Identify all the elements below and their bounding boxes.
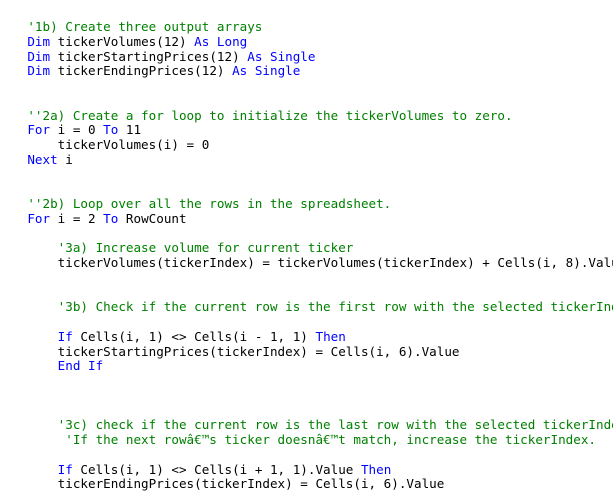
- comment: '3b) Check if the current row is the fir…: [0, 299, 613, 315]
- code-text: Cells(i, 1) <> Cells(i + 1, 1).Value: [72, 461, 361, 477]
- code-line[interactable]: '3a) Increase volume for current ticker: [0, 240, 354, 256]
- keyword: For: [27, 122, 51, 138]
- keyword: End If: [57, 358, 104, 374]
- keyword: Dim: [27, 63, 51, 79]
- code-line[interactable]: For i = 2 To RowCount: [0, 210, 187, 226]
- code-text: 11: [118, 122, 142, 138]
- code-text: i: [57, 151, 73, 167]
- code-line[interactable]: '3c) check if the current row is the las…: [0, 417, 613, 432]
- comment: ''2a) Create a for loop to initialize th…: [0, 107, 513, 123]
- code-line[interactable]: Dim tickerStartingPrices(12) As Single: [0, 49, 315, 64]
- code-line[interactable]: 'If the next rowâ€™s ticker doesnâ€™t ma…: [0, 432, 596, 447]
- keyword: If: [57, 461, 73, 477]
- keyword: As Single: [232, 63, 301, 79]
- code-text: tickerVolumes(12): [50, 33, 195, 49]
- code-line[interactable]: tickerEndingPrices(tickerIndex) = Cells(…: [0, 476, 445, 492]
- keyword: For: [27, 210, 51, 226]
- keyword: To: [103, 210, 119, 226]
- code-line[interactable]: tickerVolumes(tickerIndex) = tickerVolum…: [0, 255, 613, 270]
- code-line[interactable]: tickerVolumes(i) = 0: [0, 137, 210, 152]
- comment: '3c) check if the current row is the las…: [0, 417, 613, 433]
- keyword: Then: [315, 328, 346, 344]
- keyword: As Single: [247, 48, 316, 64]
- code-line[interactable]: If Cells(i, 1) <> Cells(i - 1, 1) Then: [0, 329, 346, 344]
- code-text: tickerStartingPrices(12): [50, 48, 248, 64]
- code-line[interactable]: '1b) Create three output arrays: [0, 19, 262, 34]
- comment: 'If the next rowâ€™s ticker doesnâ€™t ma…: [0, 432, 596, 447]
- keyword: Dim: [27, 33, 51, 49]
- keyword: Dim: [27, 48, 51, 64]
- code-line[interactable]: ''2a) Create a for loop to initialize th…: [0, 107, 513, 123]
- code-text: Cells(i, 1) <> Cells(i - 1, 1): [72, 328, 316, 344]
- code-line[interactable]: tickerStartingPrices(tickerIndex) = Cell…: [0, 344, 460, 359]
- code-line[interactable]: End If: [0, 358, 104, 374]
- keyword: As Long: [194, 33, 248, 49]
- code-text: tickerStartingPrices(tickerIndex) = Cell…: [0, 343, 460, 359]
- keyword: Next: [27, 151, 58, 167]
- code-line[interactable]: ''2b) Loop over all the rows in the spre…: [0, 196, 391, 211]
- code-line[interactable]: If Cells(i, 1) <> Cells(i + 1, 1).Value …: [0, 461, 392, 477]
- code-text: tickerEndingPrices(12): [50, 63, 233, 79]
- code-text: tickerEndingPrices(tickerIndex) = Cells(…: [0, 476, 445, 492]
- code-text: tickerVolumes(tickerIndex) = tickerVolum…: [0, 255, 613, 270]
- code-line[interactable]: Dim tickerEndingPrices(12) As Single: [0, 63, 300, 78]
- keyword: If: [57, 328, 73, 344]
- comment: ''2b) Loop over all the rows in the spre…: [0, 196, 392, 211]
- code-text: i = 0: [50, 122, 104, 138]
- code-text: tickerVolumes(i) = 0: [0, 137, 210, 152]
- code-editor[interactable]: '1b) Create three output arrays Dim tick…: [0, 0, 613, 495]
- code-line[interactable]: For i = 0 To 11: [0, 122, 141, 137]
- code-line[interactable]: Dim tickerVolumes(12) As Long: [0, 34, 247, 49]
- code-text: i = 2: [50, 210, 104, 226]
- code-line[interactable]: Next i: [0, 152, 73, 167]
- comment: '3a) Increase volume for current ticker: [0, 240, 354, 256]
- keyword: To: [103, 122, 119, 138]
- code-text: RowCount: [118, 210, 187, 226]
- code-line[interactable]: '3b) Check if the current row is the fir…: [0, 299, 613, 314]
- keyword: Then: [360, 461, 392, 477]
- comment: '1b) Create three output arrays: [0, 19, 263, 34]
